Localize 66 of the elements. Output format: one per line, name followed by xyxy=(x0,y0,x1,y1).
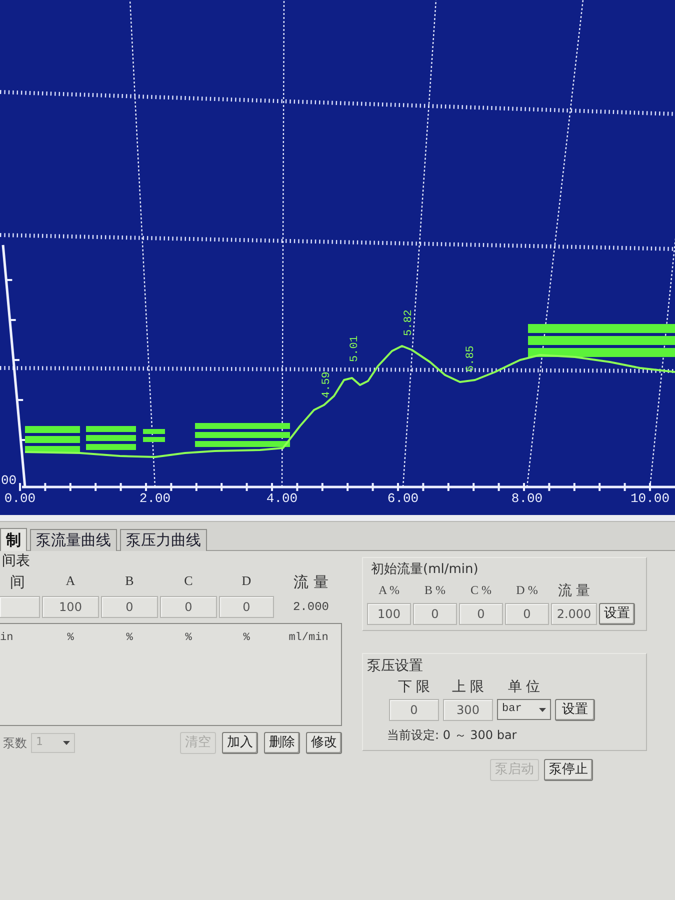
list-column-header: % xyxy=(67,630,74,646)
column-header: A xyxy=(66,572,76,590)
tab[interactable]: 泵压力曲线 xyxy=(120,529,207,551)
x-tick-label: 6.00 xyxy=(387,491,419,506)
tab[interactable]: 制 xyxy=(0,528,27,551)
column-header: 流 量 xyxy=(294,572,328,593)
unit-dropdown[interactable]: bar xyxy=(497,699,551,720)
peak-label: 6.85 xyxy=(465,346,477,372)
percent-field[interactable]: 0 xyxy=(160,596,217,618)
list-column-header: ml/min xyxy=(288,630,328,646)
column-header: B % xyxy=(424,582,446,598)
garbled-annotation-drawing xyxy=(143,429,165,442)
percent-field[interactable]: 0 xyxy=(101,596,158,618)
column-header: C % xyxy=(470,582,492,598)
peak-label: 5.82 xyxy=(403,310,415,336)
column-header: 上 限 xyxy=(452,678,484,696)
peak-label: 5.01 xyxy=(349,336,361,362)
column-header: C xyxy=(184,572,193,590)
pump-button[interactable]: 泵停止 xyxy=(544,758,593,780)
tab[interactable]: 泵流量曲线 xyxy=(30,529,117,551)
list-column-header: in xyxy=(0,630,14,646)
set-button[interactable]: 设置 xyxy=(599,602,635,624)
percent-field[interactable]: 0 xyxy=(505,602,549,624)
percent-field[interactable]: 100 xyxy=(42,596,99,618)
x-tick-label: 2.00 xyxy=(139,491,171,506)
percent-field[interactable]: 0 xyxy=(219,596,274,618)
group-title: 初始流量(ml/min) xyxy=(370,561,478,579)
flow-value: 2.000 xyxy=(292,598,329,616)
column-header: B xyxy=(125,572,134,590)
list-column-header: % xyxy=(185,630,192,646)
percent-field[interactable]: 0 xyxy=(413,602,457,624)
column-header: A % xyxy=(378,582,400,598)
group-title: 泵压设置 xyxy=(367,656,423,676)
action-button[interactable]: 加入 xyxy=(222,732,258,754)
y-tick-label: 00 xyxy=(1,473,17,488)
gradient-list[interactable]: in % % % % ml/min xyxy=(0,622,342,726)
list-column-header: % xyxy=(243,630,250,646)
percent-field[interactable]: 0 xyxy=(459,602,503,624)
splitter-bar[interactable] xyxy=(0,515,675,522)
column-header: 下 限 xyxy=(398,678,430,696)
garbled-annotation-drawing xyxy=(25,426,80,453)
lower-limit-field[interactable]: 0 xyxy=(389,698,439,720)
x-tick-label: 10.00 xyxy=(630,491,670,506)
list-column-header: % xyxy=(126,630,133,646)
current-setting-text: 当前设定: 0 ～ 300 bar xyxy=(386,726,517,744)
peak-label: 4.59 xyxy=(321,372,333,398)
column-header: 流 量 xyxy=(558,582,590,600)
garbled-annotation-drawing xyxy=(86,426,136,450)
panel-title: 间表 xyxy=(1,553,30,569)
x-tick-label: 0.00 xyxy=(4,491,36,506)
set-button[interactable]: 设置 xyxy=(555,698,595,720)
x-tick-label: 4.00 xyxy=(266,491,298,506)
time-field[interactable] xyxy=(0,596,40,618)
pump-count-label: 泵数 xyxy=(2,734,27,752)
upper-limit-field[interactable]: 300 xyxy=(443,698,493,720)
column-header: D xyxy=(242,572,252,590)
action-button[interactable]: 删除 xyxy=(264,732,300,754)
column-header: 单 位 xyxy=(508,678,540,696)
caret-icon xyxy=(539,708,546,712)
column-header: 间 xyxy=(9,572,25,593)
action-button[interactable]: 修改 xyxy=(306,732,342,754)
column-header: D % xyxy=(516,582,538,598)
caret-icon xyxy=(63,740,70,744)
percent-field[interactable]: 100 xyxy=(367,602,411,624)
flow-field[interactable]: 2.000 xyxy=(551,602,597,624)
x-tick-label: 8.00 xyxy=(511,491,543,506)
